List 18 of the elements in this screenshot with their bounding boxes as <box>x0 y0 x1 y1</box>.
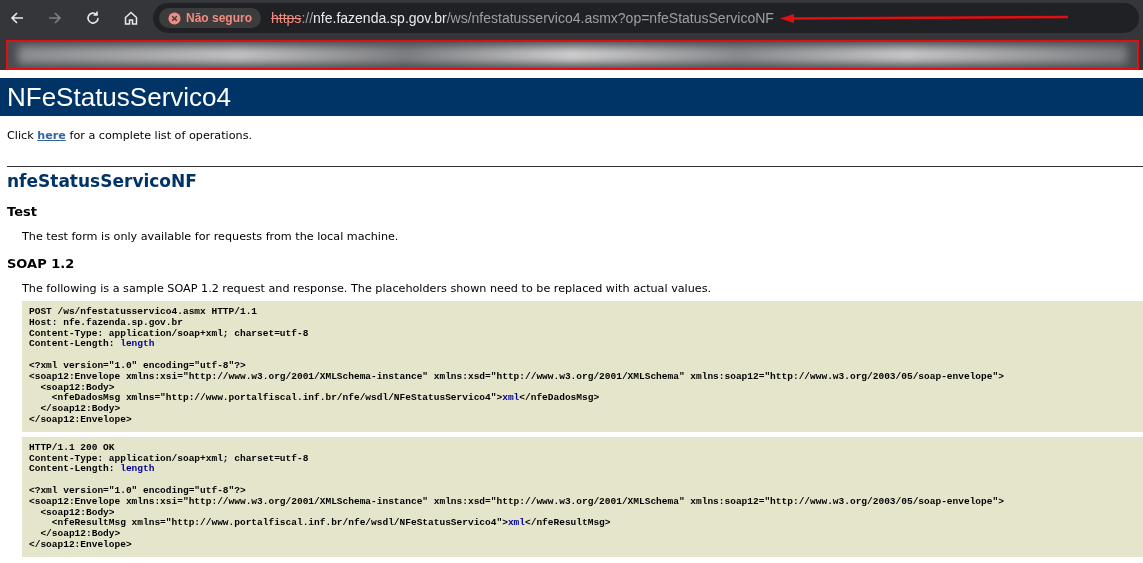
reload-icon[interactable] <box>85 10 101 26</box>
code-block: HTTP/1.1 200 OK Content-Type: application/soap+xml; charset=utf-8 Content-Length: length <?xml version="1.0" encoding="utf-8"?> <soap12:Envelope xmlns:xsi="http://www.w3.org/2001/XMLSchema-instance" xmlns:xsd="http://www.w3.org/2001/XMLSchema" xmlns:soap12="http://www.w3.org/2003/05/soap-envelope"> <soap12:Body> <nfeResultMsg xmlns="http://www.portalfiscal.inf.br/nfe/wsdl/NFeStatusServico4">xml</nfeResultMsg> </soap12:Body> </soap12:Envelope> <box>22 436 1143 557</box>
url-text: https://nfe.fazenda.sp.gov.br/ws/nfestatusservico4.asmx?op=nfeStatusServicoNF <box>271 10 774 26</box>
section-text: The test form is only available for requests from the local machine. <box>22 230 400 243</box>
warning-icon <box>168 11 181 25</box>
operation-title: nfeStatusServicoNF <box>7 171 198 191</box>
section-title: Test <box>7 204 38 219</box>
home-icon[interactable] <box>123 10 139 26</box>
here-link[interactable]: here <box>37 129 66 142</box>
back-icon[interactable] <box>9 10 25 26</box>
code-block: POST /ws/nfestatusservico4.asmx HTTP/1.1 Host: nfe.fazenda.sp.gov.br Content-Type: application/soap+xml; charset=utf-8 Content-Length: length <?xml version="1.0" encoding="utf-8"?> <soap12:Envelope xmlns:xsi="http://www.w3.org/2001/XMLSchema-instance" xmlns:xsd="http://www.w3.org/2001/XMLSchema" xmlns:soap12="http://www.w3.org/2003/05/soap-envelope"> <soap12:Body> <nfeDadosMsg xmlns="http://www.portalfiscal.inf.br/nfe/wsdl/NFeStatusServico4">xml</nfeDadosMsg> </soap12:Body> </soap12:Envelope> <box>22 301 1143 432</box>
address-bar[interactable]: Não seguro https://nfe.fazenda.sp.gov.br/ws/nfestatusservico4.asmx?op=nfeStatusServicoNF <box>153 3 1139 33</box>
page-title: NFeStatusServico4 <box>6 81 231 113</box>
intro-text: Click here for a complete list of operations. <box>7 129 254 142</box>
section-title: SOAP 1.2 <box>7 256 76 271</box>
forward-icon[interactable] <box>47 10 63 26</box>
section-text: The following is a sample SOAP 1.2 request and response. The placeholders shown need to be replaced with actual values. <box>22 282 713 295</box>
security-badge[interactable]: Não seguro <box>159 8 261 28</box>
